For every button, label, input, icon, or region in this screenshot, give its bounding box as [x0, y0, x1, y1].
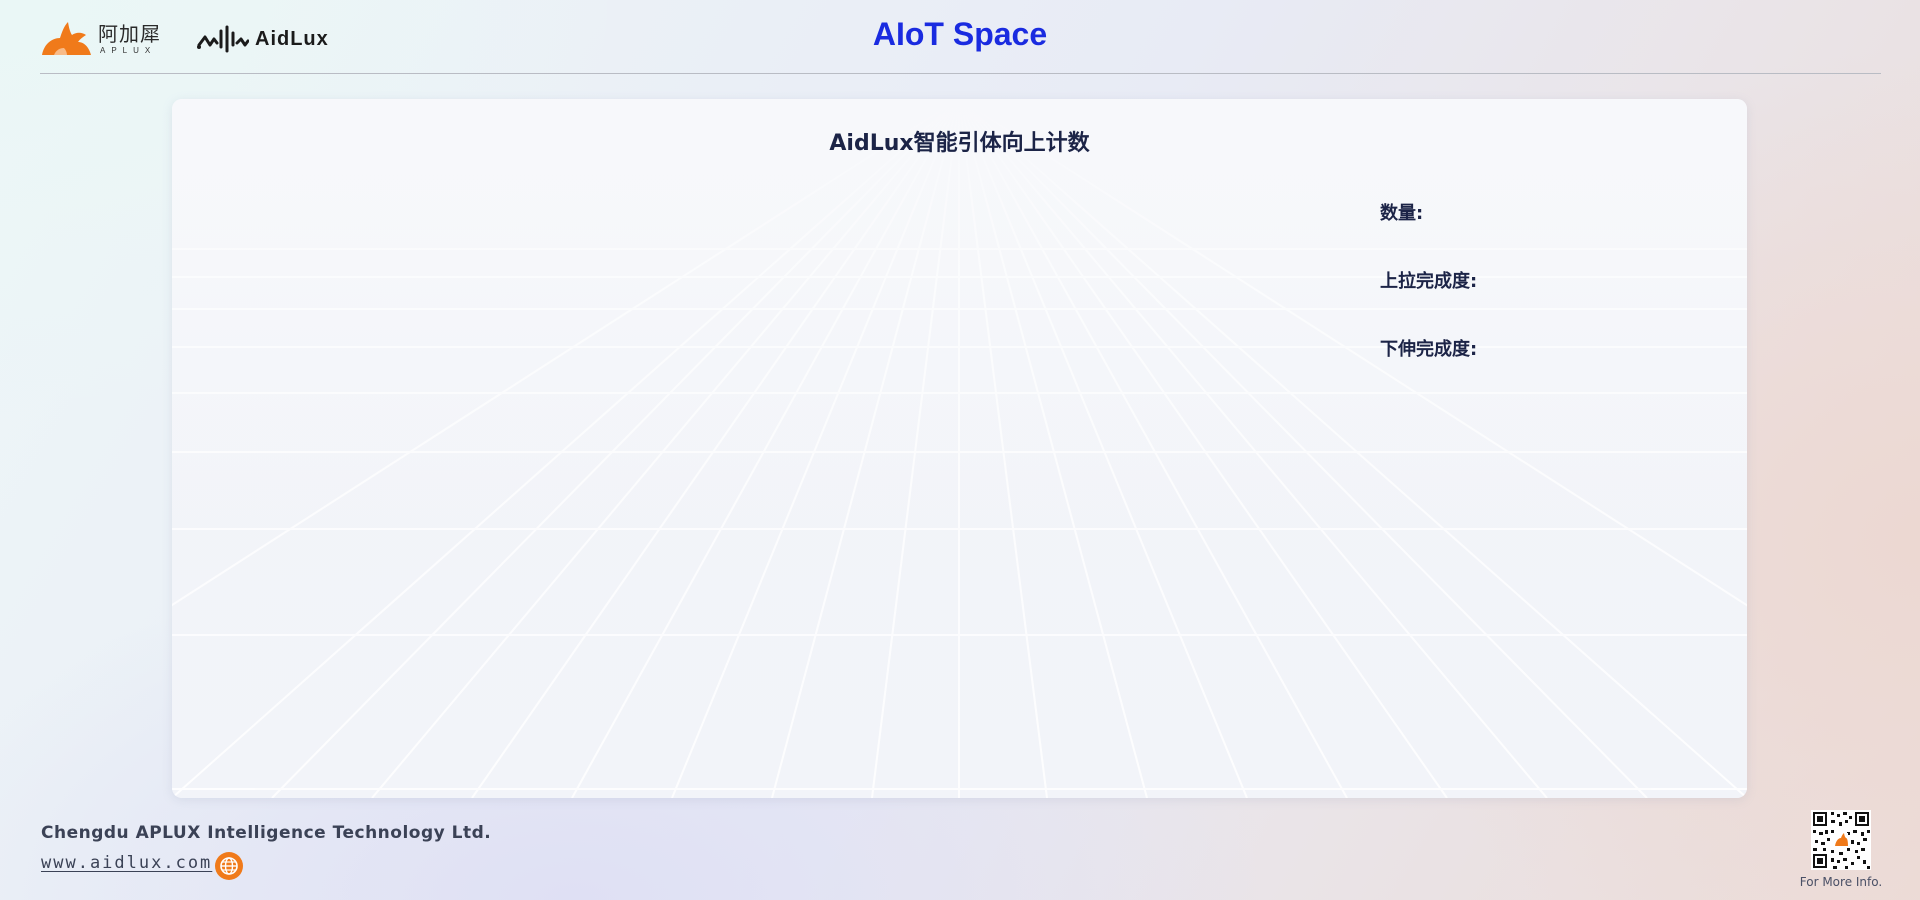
globe-icon[interactable] — [215, 852, 243, 880]
app-title: AIoT Space — [872, 16, 1048, 52]
panel-title: AidLux智能引体向上计数 — [829, 131, 1090, 156]
aidlux-brand: AidLux — [255, 27, 329, 50]
waveform-logo-icon — [197, 25, 249, 53]
perspective-grid-background — [172, 99, 1747, 798]
stat-pull-up-label: 上拉完成度: — [1380, 271, 1478, 292]
stat-count: 数量: — [1380, 199, 1427, 225]
video-panel: AidLux智能引体向上计数 数量: 上拉完成度: 下伸完成度: — [172, 99, 1747, 798]
company-name: Chengdu APLUX Intelligence Technology Lt… — [41, 823, 492, 843]
stat-pull-up-completion: 上拉完成度: — [1380, 267, 1481, 293]
website-link[interactable]: www.aidlux.com — [41, 853, 212, 873]
qr-caption: For More Info. — [1799, 875, 1883, 889]
stat-count-label: 数量: — [1380, 203, 1424, 224]
aplux-brand-en: APLUX — [100, 46, 157, 55]
aidlux-logo[interactable]: AidLux — [197, 24, 329, 54]
fox-logo-icon — [42, 22, 91, 55]
aplux-brand-cn: 阿加犀 — [98, 22, 161, 46]
header-divider — [40, 73, 1881, 74]
aplux-logo[interactable]: 阿加犀 APLUX — [40, 18, 160, 58]
stat-extend-down-label: 下伸完成度: — [1380, 339, 1478, 360]
stat-extend-down-completion: 下伸完成度: — [1380, 335, 1481, 361]
header: 阿加犀 APLUX AidLux AIoT Space — [0, 0, 1920, 75]
qr-code-icon[interactable] — [1811, 810, 1871, 870]
